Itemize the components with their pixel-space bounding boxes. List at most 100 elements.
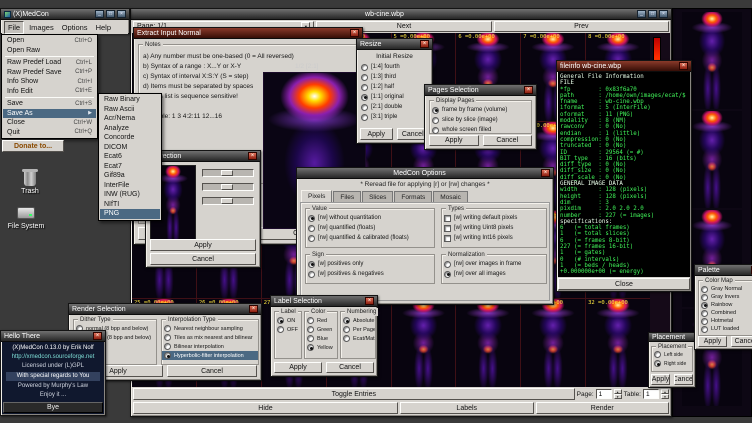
- radio-blue[interactable]: Blue: [305, 334, 337, 343]
- close-icon[interactable]: ×: [365, 297, 374, 305]
- radio-rw-quantified-floats[interactable]: [rw] quantified (floats): [306, 223, 434, 233]
- resize-titlebar[interactable]: Resize ×: [357, 39, 432, 50]
- checkbox-w-writing-default-pixels[interactable]: [w] writing default pixels: [442, 213, 546, 223]
- radio-whole-screen-filled[interactable]: whole screen filled: [430, 125, 531, 135]
- main-titlebar[interactable]: (X)MedCon _ □ ×: [1, 9, 129, 20]
- radio-rw-quantified-calibrated-floats[interactable]: [rw] quantified & calibrated (floats): [306, 233, 434, 243]
- contrast-slider[interactable]: [202, 183, 254, 191]
- pages-titlebar[interactable]: Pages Selection ×: [425, 85, 536, 96]
- radio-1-4-fourth[interactable]: [1:4] fourth: [359, 62, 430, 72]
- submenu-item-png[interactable]: PNG: [100, 209, 160, 219]
- close-icon[interactable]: ×: [350, 29, 359, 37]
- render-button[interactable]: Render: [536, 402, 670, 414]
- radio-ecat-matrix[interactable]: Ecat/Matrix: [341, 334, 375, 343]
- bye-button[interactable]: Bye: [3, 402, 103, 413]
- menu-item-raw-predef-save[interactable]: Raw Predef SaveCtrl+P: [3, 68, 96, 78]
- submenu-item-ecat7[interactable]: Ecat7: [100, 162, 160, 172]
- radio-per-page[interactable]: Per Page: [341, 325, 375, 334]
- labels-button[interactable]: Labels: [400, 402, 534, 414]
- cancel-button[interactable]: Cancel: [167, 365, 257, 377]
- menu-item-info-edit[interactable]: Info EditCtrl+E: [3, 87, 96, 97]
- radio-left-side[interactable]: Left side: [652, 350, 692, 359]
- radio-1-1-original[interactable]: [1:1] original: [359, 92, 430, 102]
- radio-gray-normal[interactable]: Gray Normal: [699, 285, 752, 293]
- radio-gray-invers[interactable]: Gray Invers: [699, 293, 752, 301]
- menu-file[interactable]: File: [4, 21, 24, 34]
- submenu-item-ecat6[interactable]: Ecat6: [100, 152, 160, 162]
- menu-help[interactable]: Help: [93, 22, 114, 33]
- radio-lut-loaded[interactable]: LUT loaded: [699, 325, 752, 333]
- checkbox-w-writing-uint8-pixels[interactable]: [w] writing Uint8 pixels: [442, 223, 546, 233]
- radio-w-positives-only[interactable]: [w] positives only: [306, 259, 434, 269]
- donate-button[interactable]: Donate to...: [2, 140, 64, 152]
- cancel-button[interactable]: Cancel: [731, 336, 752, 347]
- spin-down-icon[interactable]: ▼: [661, 394, 669, 399]
- radio-slice-by-slice-image[interactable]: slice by slice (image): [430, 115, 531, 125]
- placement-titlebar[interactable]: Placement: [649, 333, 695, 342]
- correction-titlebar[interactable]: Correction ×: [146, 151, 260, 162]
- label-titlebar[interactable]: Label Selection ×: [271, 296, 377, 307]
- radio-w-positives-negatives[interactable]: [w] positives & negatives: [306, 269, 434, 279]
- minimize-icon[interactable]: _: [637, 10, 646, 18]
- frame-cell-29[interactable]: 29 =0.00e+00: [392, 299, 456, 387]
- tab-mosaic[interactable]: Mosaic: [433, 191, 468, 202]
- submenu-item-analyze[interactable]: Analyze: [100, 124, 160, 134]
- submenu-item-concorde[interactable]: Concorde: [100, 133, 160, 143]
- radio-bilinear-interpolation[interactable]: Bilinear interpolation: [162, 342, 258, 351]
- desktop-icon-file-system[interactable]: File System: [2, 203, 50, 230]
- menu-item-quit[interactable]: QuitCtrl+Q: [3, 128, 96, 138]
- minimize-icon[interactable]: _: [95, 10, 104, 18]
- apply-button[interactable]: Apply: [274, 362, 322, 373]
- radio-1-2-half[interactable]: [1:2] half: [359, 82, 430, 92]
- radio-frame-by-frame-volume[interactable]: frame by frame (volume): [430, 105, 531, 115]
- radio-rw-over-images-in-frame[interactable]: [rw] over images in frame: [442, 259, 546, 269]
- prev-button[interactable]: Prev: [494, 21, 669, 32]
- cancel-button[interactable]: Cancel: [674, 374, 693, 385]
- hide-button[interactable]: Hide: [133, 402, 398, 414]
- radio-combined[interactable]: Combined: [699, 309, 752, 317]
- apply-button[interactable]: Apply: [651, 374, 670, 385]
- menu-item-open-raw[interactable]: Open Raw: [3, 46, 96, 56]
- close-icon[interactable]: ×: [541, 169, 550, 177]
- radio-on[interactable]: ON: [275, 316, 301, 325]
- checkbox-w-writing-int16-pixels[interactable]: [w] writing Int16 pixels: [442, 233, 546, 243]
- radio-1-3-third[interactable]: [1:3] third: [359, 72, 430, 82]
- table-spinner-value[interactable]: 1: [643, 389, 659, 399]
- render-titlebar[interactable]: Render Selection ×: [69, 304, 261, 315]
- menu-item-save-as[interactable]: Save As▶: [3, 109, 96, 119]
- submenu-item-gif89a[interactable]: Gif89a: [100, 171, 160, 181]
- menu-item-open[interactable]: OpenCtrl+O: [3, 36, 96, 46]
- submenu-item-interfile[interactable]: InterFile: [100, 181, 160, 191]
- apply-button[interactable]: Apply: [429, 135, 479, 146]
- apply-button[interactable]: Apply: [360, 128, 393, 140]
- cancel-button[interactable]: Cancel: [150, 253, 256, 265]
- maximize-icon[interactable]: □: [106, 10, 115, 18]
- spin-down-icon[interactable]: ▼: [614, 394, 622, 399]
- cancel-button[interactable]: Cancel: [483, 135, 533, 146]
- radio-red[interactable]: Red: [305, 316, 337, 325]
- radio-absolute[interactable]: Absolute: [341, 316, 375, 325]
- radio-right-side[interactable]: Right side: [652, 359, 692, 368]
- gamma-slider[interactable]: [202, 197, 254, 205]
- apply-button[interactable]: Apply: [150, 239, 256, 251]
- tab-formats[interactable]: Formats: [394, 191, 432, 202]
- menu-options[interactable]: Options: [59, 22, 91, 33]
- radio-nearest-neighbour-sampling[interactable]: Nearest neighbour sampling: [162, 324, 258, 333]
- close-icon[interactable]: ×: [679, 62, 688, 70]
- cancel-button[interactable]: Cancel: [326, 362, 374, 373]
- about-titlebar[interactable]: Hello There ×: [1, 331, 105, 342]
- menu-item-raw-predef-load[interactable]: Raw Predef LoadCtrl+L: [3, 58, 96, 68]
- brightness-slider[interactable]: [202, 169, 254, 177]
- close-icon[interactable]: ×: [248, 152, 257, 160]
- toggle-entries-button[interactable]: Toggle Entries: [133, 388, 575, 400]
- tab-slices[interactable]: Slices: [362, 191, 393, 202]
- menu-item-save[interactable]: SaveCtrl+S: [3, 99, 96, 109]
- close-icon[interactable]: ×: [117, 10, 126, 18]
- radio-2-1-double[interactable]: [2:1] double: [359, 102, 430, 112]
- maximize-icon[interactable]: □: [648, 10, 657, 18]
- close-icon[interactable]: ×: [93, 332, 102, 340]
- close-icon[interactable]: ×: [420, 40, 429, 48]
- fileinfo-titlebar[interactable]: fileinfo wb-cine.wbp ×: [557, 61, 691, 72]
- close-icon[interactable]: ×: [249, 305, 258, 313]
- radio-rw-over-all-images[interactable]: [rw] over all images: [442, 269, 546, 279]
